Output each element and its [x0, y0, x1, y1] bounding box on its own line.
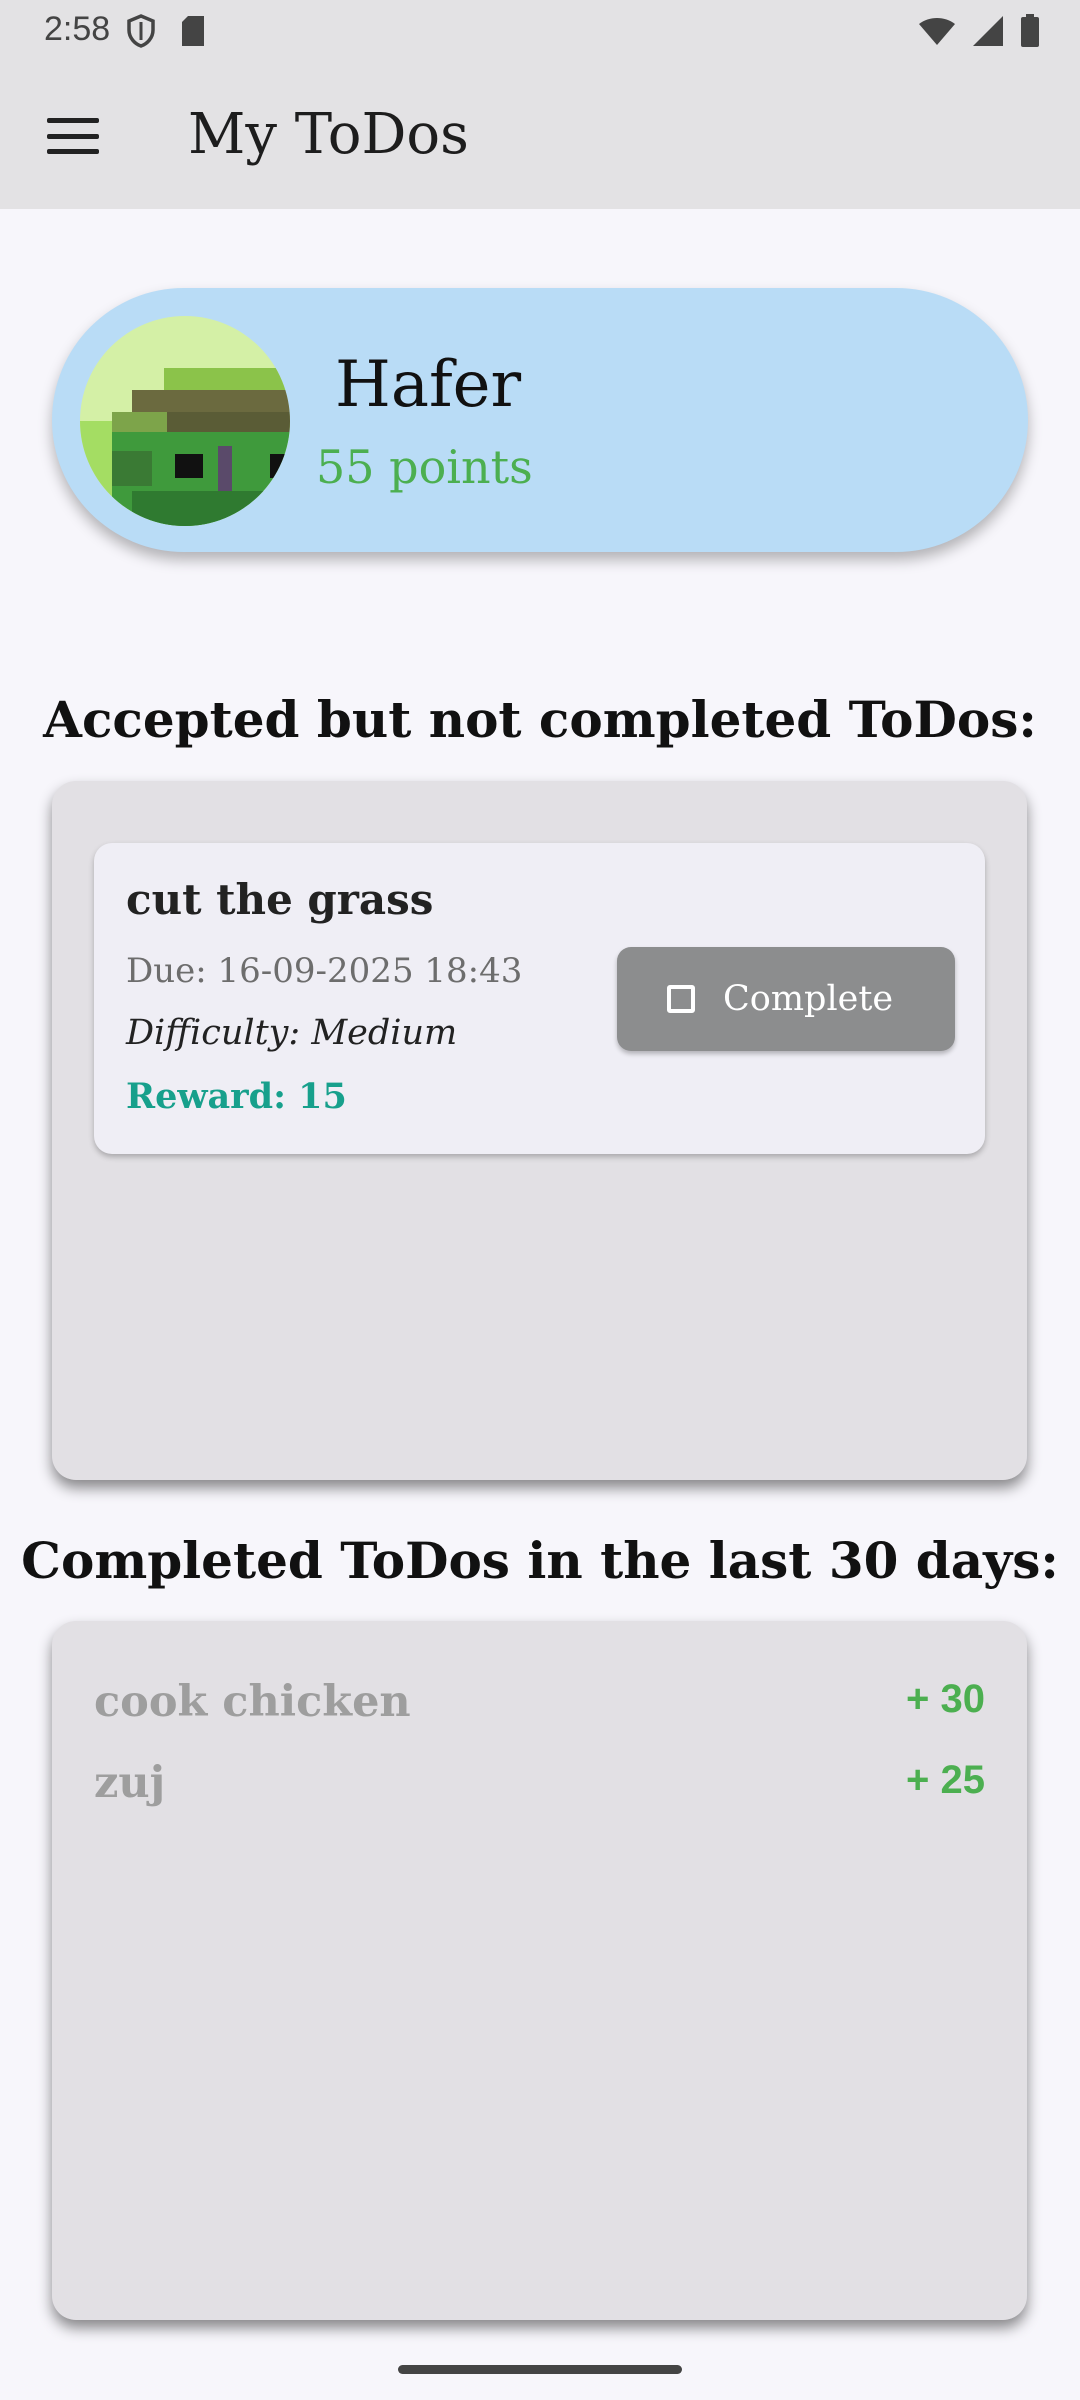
- complete-button[interactable]: Complete: [617, 947, 955, 1051]
- completed-todo-name: cook chicken: [94, 1677, 411, 1727]
- todo-card: cut the grass Due: 16-09-2025 18:43 Diff…: [94, 843, 985, 1154]
- completed-todo-name: zuj: [94, 1758, 166, 1808]
- avatar: [80, 316, 290, 526]
- signal-icon: [972, 15, 1004, 52]
- status-time: 2:58: [44, 10, 111, 48]
- wifi-icon: [918, 15, 956, 52]
- todo-reward: Reward: 15: [126, 1076, 347, 1117]
- home-indicator[interactable]: [398, 2365, 682, 2374]
- user-name: Hafer: [335, 348, 522, 422]
- accepted-section-title: Accepted but not completed ToDos:: [43, 690, 1037, 749]
- list-item: zuj + 25: [94, 1758, 985, 1818]
- user-points: 55 points: [316, 440, 533, 494]
- completed-todo-points: + 30: [906, 1677, 985, 1721]
- profile-card: Hafer 55 points: [52, 288, 1028, 552]
- completed-todo-points: + 25: [906, 1758, 985, 1802]
- battery-icon: [1020, 14, 1040, 53]
- todo-due-date: Due: 16-09-2025 18:43: [126, 951, 523, 991]
- completed-todos-panel: cook chicken + 30 zuj + 25: [52, 1621, 1027, 2320]
- accepted-todos-panel: cut the grass Due: 16-09-2025 18:43 Diff…: [52, 781, 1027, 1480]
- completed-section-title: Completed ToDos in the last 30 days:: [21, 1531, 1059, 1590]
- status-bar: 2:58: [0, 0, 1080, 62]
- shield-icon: [126, 14, 156, 53]
- complete-button-label: Complete: [723, 979, 894, 1019]
- app-bar: My ToDos: [0, 62, 1080, 209]
- todo-title: cut the grass: [126, 875, 434, 924]
- menu-icon[interactable]: [44, 114, 102, 158]
- page-title: My ToDos: [188, 102, 469, 167]
- sim-card-icon: [180, 15, 206, 52]
- checkbox-icon: [667, 985, 695, 1013]
- todo-difficulty: Difficulty: Medium: [126, 1013, 458, 1053]
- list-item: cook chicken + 30: [94, 1677, 985, 1737]
